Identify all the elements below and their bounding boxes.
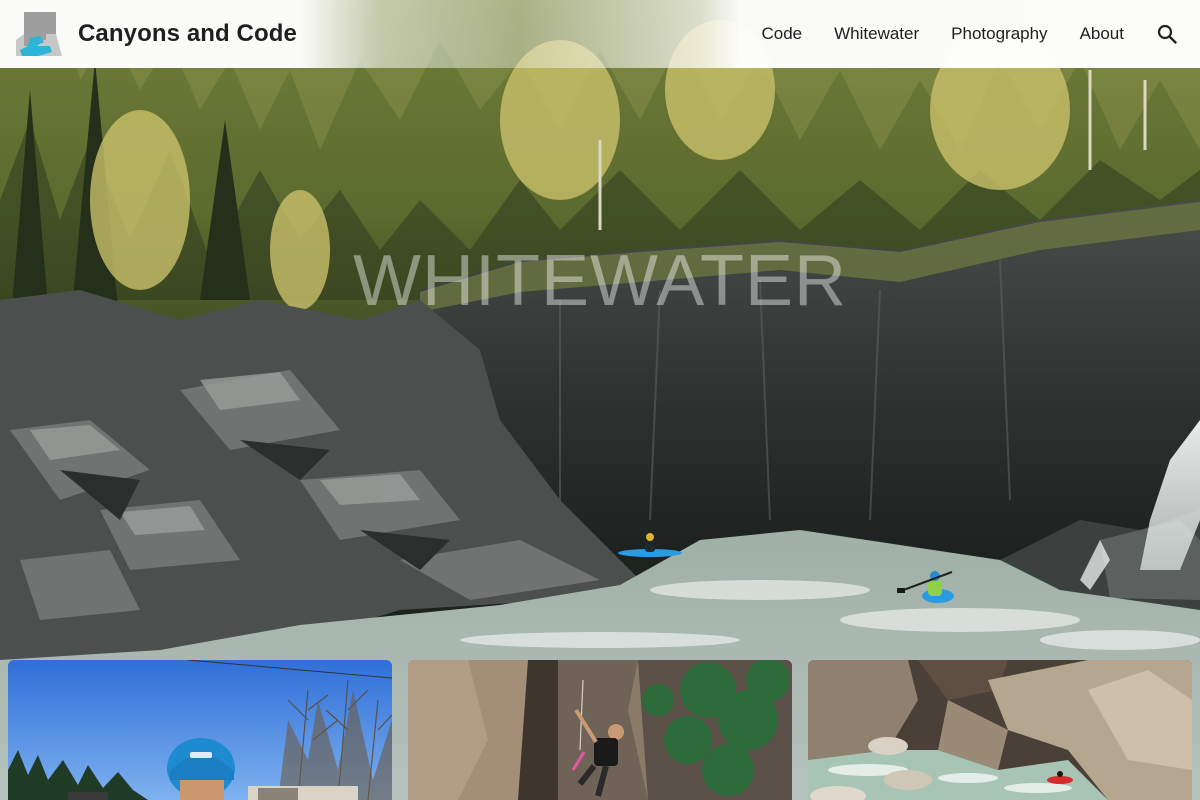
nav-item-photography[interactable]: Photography: [951, 24, 1047, 44]
site-title: Canyons and Code: [78, 20, 297, 47]
card-image-kayaker-helmet: [8, 660, 392, 800]
card-kayak-river-canyon[interactable]: [808, 660, 1192, 800]
search-button[interactable]: [1156, 23, 1178, 45]
main-nav: Code Whitewater Photography About: [761, 0, 1200, 68]
search-icon: [1157, 24, 1177, 44]
card-kayaker-helmet[interactable]: [8, 660, 392, 800]
site-header: Canyons and Code Code Whitewater Photogr…: [0, 0, 1200, 68]
nav-item-about[interactable]: About: [1080, 24, 1124, 44]
hero-title: WHITEWATER: [353, 241, 847, 321]
nav-item-whitewater[interactable]: Whitewater: [834, 24, 919, 44]
canyon-river-logo-icon: [16, 12, 62, 56]
featured-cards: [8, 660, 1192, 800]
card-climber-canyon[interactable]: [408, 660, 792, 800]
site-brand-link[interactable]: Canyons and Code: [16, 12, 297, 56]
card-image-climber-canyon: [408, 660, 792, 800]
card-image-kayak-river-canyon: [808, 660, 1192, 800]
nav-item-code[interactable]: Code: [761, 24, 802, 44]
